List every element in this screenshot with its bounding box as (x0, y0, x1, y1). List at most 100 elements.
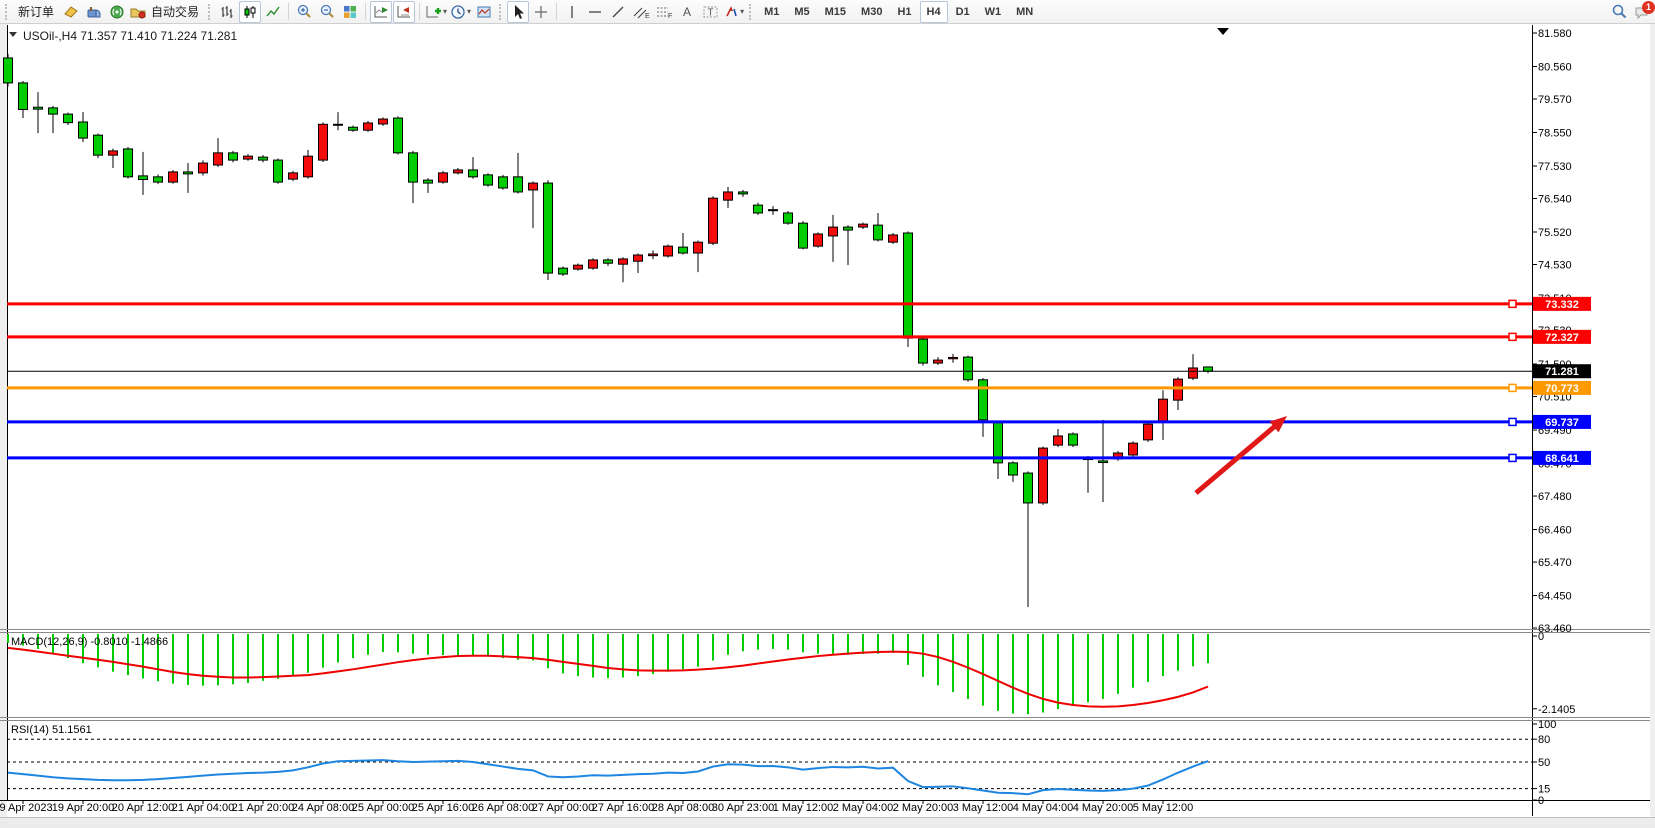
horizontal-line-tool[interactable] (584, 1, 606, 23)
timeframe-MN[interactable]: MN (1009, 1, 1040, 23)
candle (1144, 422, 1153, 442)
vertical-line-tool[interactable] (561, 1, 583, 23)
toolbar-grip[interactable] (208, 4, 212, 20)
text-tool[interactable]: A (676, 1, 698, 23)
rsi-axis-label: 15 (1538, 784, 1550, 796)
rsi-axis-label: 100 (1538, 719, 1556, 731)
tile-windows-button[interactable] (339, 1, 361, 23)
candle (904, 231, 913, 347)
mailbox-icon[interactable] (83, 1, 105, 23)
time-tick-label: 4 May 04:00 (1013, 802, 1074, 814)
templates-button[interactable] (473, 1, 495, 23)
time-tick-label: 3 May 12:00 (953, 802, 1014, 814)
candle (919, 337, 928, 365)
chart-title: USOil-,H4 71.357 71.410 71.224 71.281 (23, 29, 237, 43)
new-order-button[interactable]: 新订单 (13, 1, 59, 23)
toolbar-separator (556, 3, 557, 20)
candle (754, 203, 763, 215)
rsi-axis-label: 50 (1538, 757, 1550, 769)
time-tick-label: 21 Apr 04:00 (172, 802, 234, 814)
candle (439, 171, 448, 184)
notifications-button[interactable]: 1 (1631, 2, 1653, 22)
zoom-in-button[interactable] (293, 1, 315, 23)
rsi-axis-label: 80 (1538, 734, 1550, 746)
price-tick-label: 66.460 (1538, 525, 1572, 537)
time-tick-label: 5 May 12:00 (1133, 802, 1194, 814)
trading-terminal-window: 81.58080.56079.57078.55077.53076.54075.5… (0, 0, 1655, 828)
candle (589, 258, 598, 269)
candle (499, 175, 508, 190)
auto-scroll-button[interactable] (370, 1, 392, 23)
time-tick-label: 4 May 20:00 (1073, 802, 1134, 814)
window-left-edge (0, 24, 7, 818)
chevron-down-icon: ▾ (443, 7, 447, 16)
candle (319, 122, 328, 162)
toolbar-separator (365, 3, 366, 20)
candle (64, 112, 73, 124)
resistance-line-1-handle[interactable] (1509, 300, 1516, 307)
chevron-down-icon: ▾ (467, 7, 471, 16)
toolbar-separator (419, 3, 420, 20)
add-indicator-button[interactable]: ▾ (424, 1, 448, 23)
timeframe-group: M1M5M15M30H1H4D1W1MN (757, 1, 1040, 23)
zoom-out-button[interactable] (316, 1, 338, 23)
resistance-line-2-handle[interactable] (1509, 333, 1516, 340)
price-tick-label: 67.480 (1538, 491, 1572, 503)
timeframe-M1[interactable]: M1 (757, 1, 786, 23)
fibonacci-tool[interactable]: F (653, 1, 675, 23)
auto-trading-button[interactable]: 自动交易 (129, 1, 204, 23)
candle (4, 54, 13, 87)
svg-text:T: T (707, 7, 713, 18)
timeframe-H4[interactable]: H4 (920, 1, 948, 23)
time-tick-label: 25 Apr 00:00 (352, 802, 414, 814)
arrows-tool[interactable]: ▾ (722, 1, 745, 23)
chart-shift-button[interactable] (393, 1, 415, 23)
support-line-2-handle[interactable] (1509, 454, 1516, 461)
window-bottom-strip (0, 817, 1655, 828)
timeframe-W1[interactable]: W1 (978, 1, 1009, 23)
support-line-1-handle[interactable] (1509, 418, 1516, 425)
trendline-tool[interactable] (607, 1, 629, 23)
window-right-edge (1650, 24, 1655, 818)
time-tick-label: 20 Apr 12:00 (112, 802, 174, 814)
orange-level-line-handle[interactable] (1509, 384, 1516, 391)
candle (1129, 441, 1138, 457)
price-tick-label: 80.560 (1538, 61, 1572, 73)
candle (169, 170, 178, 184)
time-tick-label: 2 May 04:00 (833, 802, 894, 814)
time-tick-label: 2 May 20:00 (893, 802, 954, 814)
candle (199, 160, 208, 175)
timeframe-H1[interactable]: H1 (890, 1, 918, 23)
price-tick-label: 64.450 (1538, 591, 1572, 603)
candle (964, 355, 973, 381)
svg-text:F: F (668, 13, 672, 20)
timeframe-D1[interactable]: D1 (949, 1, 977, 23)
price-tick-label: 81.580 (1538, 28, 1572, 40)
toolbar-grip[interactable] (499, 4, 503, 20)
search-icon[interactable] (1608, 1, 1630, 23)
price-tick-label: 76.540 (1538, 194, 1572, 206)
toolbar-grip[interactable] (5, 4, 9, 20)
candle (1114, 451, 1123, 461)
candlestick-chart-button[interactable] (239, 1, 261, 23)
macd-label: MACD(12,26,9) -0.8010 -1.4866 (11, 636, 168, 648)
text-label-tool[interactable]: T (699, 1, 721, 23)
crosshair-tool-button[interactable] (530, 1, 552, 23)
history-center-icon[interactable] (60, 1, 82, 23)
toolbar-grip[interactable] (749, 4, 753, 20)
candle (274, 158, 283, 183)
timeframe-M15[interactable]: M15 (818, 1, 853, 23)
bar-chart-button[interactable] (216, 1, 238, 23)
cursor-tool-button[interactable] (507, 1, 529, 23)
equidistant-channel-tool[interactable]: E (630, 1, 652, 23)
price-tick-label: 65.470 (1538, 557, 1572, 569)
chevron-down-icon: ▾ (740, 7, 744, 16)
periods-button[interactable]: ▾ (449, 1, 472, 23)
time-tick-label: 28 Apr 08:00 (652, 802, 714, 814)
timeframe-M5[interactable]: M5 (787, 1, 816, 23)
line-chart-button[interactable] (262, 1, 284, 23)
signals-icon[interactable] (106, 1, 128, 23)
timeframe-M30[interactable]: M30 (854, 1, 889, 23)
candle (784, 211, 793, 225)
resistance-line-2-price-label: 72.327 (1545, 332, 1579, 344)
